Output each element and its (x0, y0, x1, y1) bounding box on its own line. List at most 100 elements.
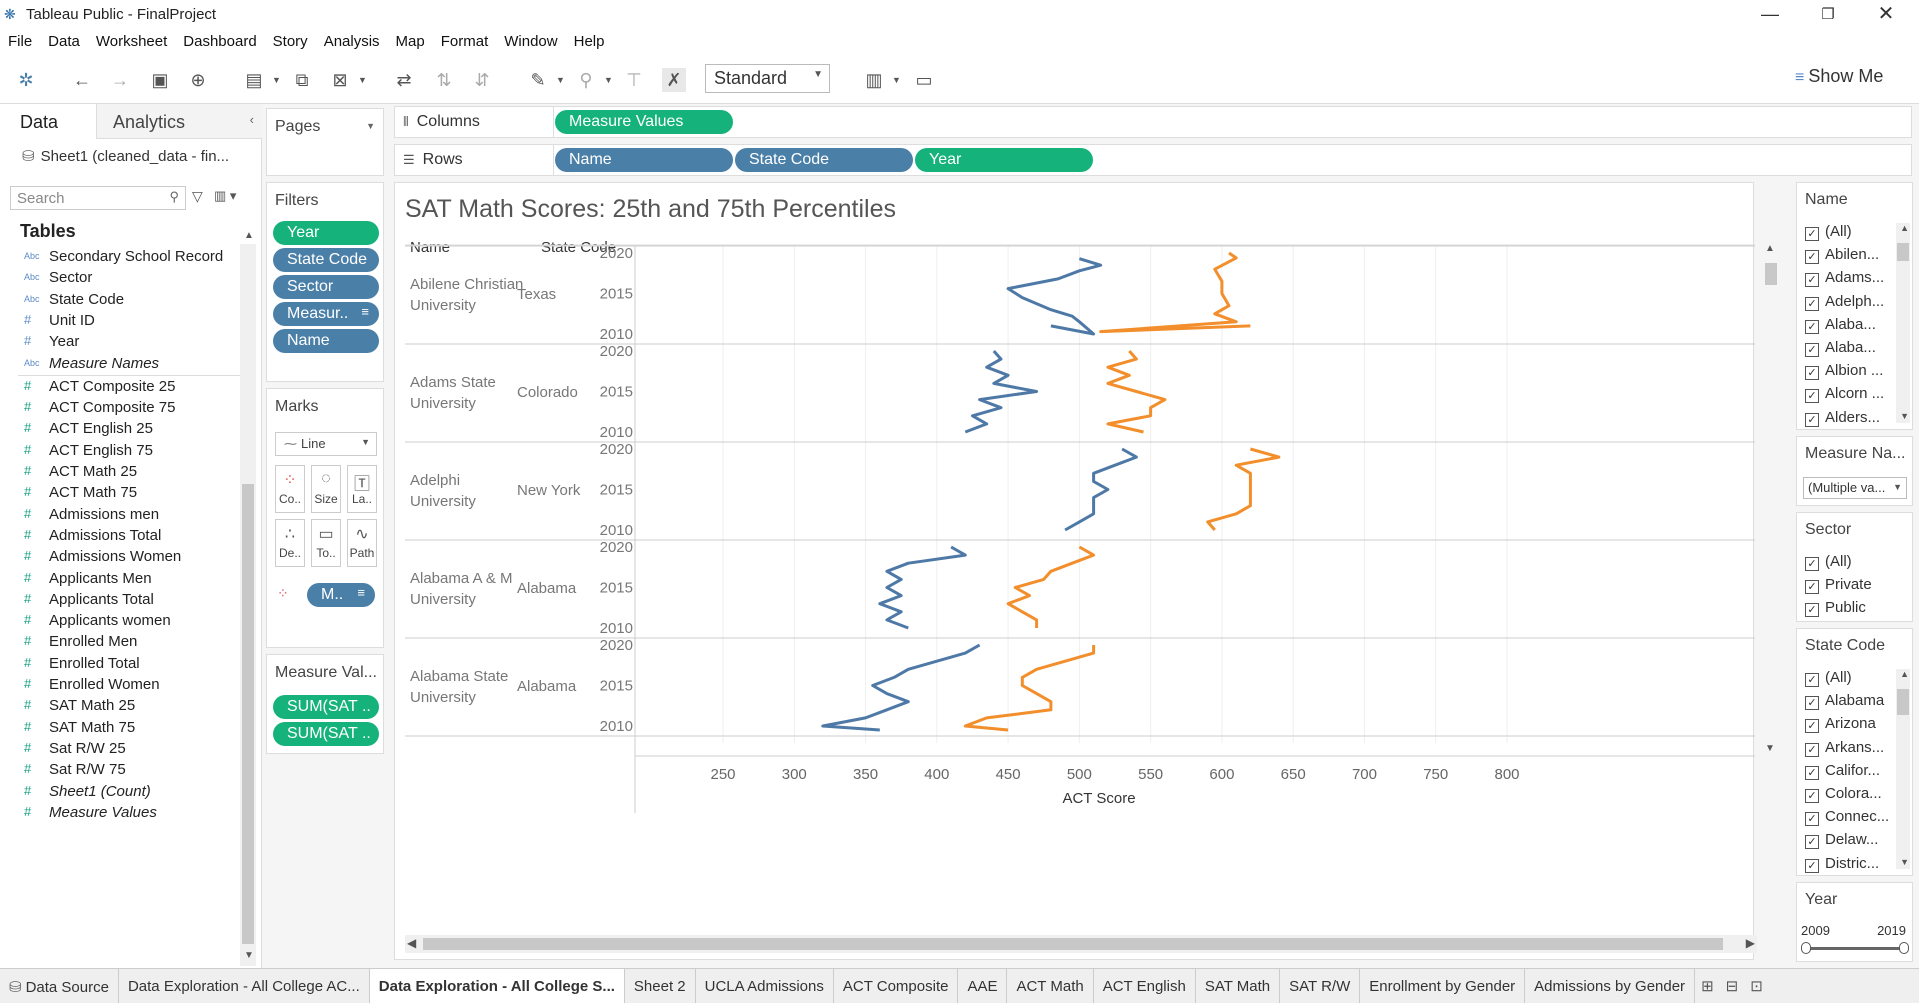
chevron-down-icon[interactable]: ▼ (366, 121, 375, 131)
menu-file[interactable]: File (0, 29, 40, 54)
measure-names-dropdown[interactable]: (Multiple va... ▼ (1803, 477, 1907, 499)
checkbox-checked-icon[interactable]: ✓ (1805, 343, 1819, 357)
view-options-icon[interactable]: ▥ ▾ (214, 188, 236, 204)
checkbox-checked-icon[interactable]: ✓ (1805, 250, 1819, 265)
tab-analytics[interactable]: Analytics ‹ (96, 104, 262, 139)
filter-pill-state-code[interactable]: State Code (273, 248, 379, 272)
filter-checkbox-item[interactable]: ✓ Delaw... (1805, 831, 1878, 850)
new-dashboard-tab-icon[interactable]: ⊟ (1720, 969, 1745, 1003)
filter-checkbox-item[interactable]: ✓ Connec... (1805, 808, 1889, 827)
scroll-left-icon[interactable]: ◀ (407, 936, 416, 950)
checkbox-checked-icon[interactable]: ✓ (1805, 389, 1819, 404)
sheet-tab-act-composite[interactable]: ACT Composite (834, 969, 959, 1003)
new-datasource-icon[interactable]: ⊕ (186, 68, 210, 92)
checkbox-checked-icon[interactable]: ✓ (1805, 812, 1819, 827)
menu-data[interactable]: Data (40, 29, 88, 54)
scroll-up-icon[interactable]: ▲ (244, 230, 254, 241)
scroll-up-icon[interactable]: ▲ (1900, 223, 1909, 233)
sheet-tab-admissions-by-gender[interactable]: Admissions by Gender (1525, 969, 1696, 1003)
mark-type-select[interactable]: ⁓ Line ▼ (275, 432, 377, 456)
series-line-sat-math-25[interactable] (1006, 257, 1103, 336)
filter-checkbox-item[interactable]: ✓ Alaba... (1805, 316, 1876, 334)
group-icon[interactable]: ⚲ (574, 68, 598, 92)
sheet-tab-act-math[interactable]: ACT Math (1007, 969, 1094, 1003)
new-worksheet-icon[interactable]: ▤ (242, 68, 266, 92)
field-search-input[interactable]: Search ⚲ (10, 186, 186, 210)
checkbox-checked-icon[interactable]: ✓ (1805, 273, 1819, 288)
scrollbar-thumb[interactable] (423, 938, 1723, 950)
collapse-pane-icon[interactable]: ‹ (250, 112, 254, 127)
save-icon[interactable]: ▣ (148, 68, 172, 92)
filter-checkbox-item[interactable]: ✓ Alders... (1805, 409, 1880, 427)
checkbox-checked-icon[interactable]: ✓ (1805, 557, 1819, 571)
series-line-sat-math-25[interactable] (878, 545, 967, 630)
filter-icon[interactable]: ▽ (192, 188, 203, 205)
clear-dropdown-icon[interactable]: ▼ (358, 68, 368, 92)
sheet-tab-aae[interactable]: AAE (958, 969, 1008, 1003)
checkbox-checked-icon[interactable]: ✓ (1805, 319, 1819, 334)
columns-shelf[interactable]: ⦀ Columns Measure Values (394, 106, 1912, 138)
minimize-button[interactable]: — (1742, 0, 1798, 29)
sort-ascending-icon[interactable]: ⇅ (432, 68, 456, 92)
filter-checkbox-item[interactable]: ✓ Arkans... (1805, 739, 1884, 757)
scrollbar-thumb[interactable] (1765, 263, 1777, 285)
marks-size-button[interactable]: ◌ Size (311, 465, 341, 513)
sheet-tab-data-exploration-all-college-s[interactable]: Data Exploration - All College S... (369, 969, 625, 1003)
rows-pill-year[interactable]: Year (915, 148, 1093, 172)
filter-pill-measure-names[interactable]: Measur.. ≡ (273, 302, 379, 326)
checkbox-checked-icon[interactable]: ✓ (1805, 719, 1819, 734)
rows-shelf[interactable]: ☰ Rows Name State Code Year (394, 144, 1912, 176)
checkbox-checked-icon[interactable]: ✓ (1805, 673, 1819, 687)
filter-checkbox-item[interactable]: ✓ Alcorn ... (1805, 385, 1884, 404)
menu-dashboard[interactable]: Dashboard (175, 29, 264, 54)
menu-worksheet[interactable]: Worksheet (88, 29, 175, 54)
name-filter-scrollbar[interactable] (1896, 223, 1910, 423)
scroll-right-icon[interactable]: ▶ (1746, 936, 1755, 950)
series-line-sat-math-25[interactable] (964, 350, 1039, 434)
show-labels-icon[interactable]: ⊤ (622, 68, 646, 92)
highlight-dropdown-icon[interactable]: ▼ (556, 68, 566, 92)
checkbox-checked-icon[interactable]: ✓ (1805, 765, 1819, 780)
measure-value-pill-sat-math-25[interactable]: SUM(SAT .. (273, 695, 379, 719)
scroll-down-icon[interactable]: ▼ (1765, 743, 1775, 754)
year-range-slider[interactable] (1805, 947, 1905, 950)
filter-checkbox-item[interactable]: ✓ Arizona (1805, 715, 1876, 734)
checkbox-checked-icon[interactable]: ✓ (1805, 742, 1819, 757)
series-line-sat-math-25[interactable] (1064, 447, 1138, 532)
swap-rows-columns-icon[interactable]: ⇄ (392, 68, 416, 92)
scrollbar-thumb[interactable] (1897, 689, 1909, 715)
filter-checkbox-item[interactable]: ✓ Adelph... (1805, 293, 1884, 311)
sheet-tab-sat-math[interactable]: SAT Math (1196, 969, 1281, 1003)
new-worksheet-dropdown-icon[interactable]: ▼ (272, 68, 282, 92)
scroll-up-icon[interactable]: ▲ (1900, 669, 1909, 679)
scroll-up-icon[interactable]: ▲ (1765, 243, 1775, 254)
new-worksheet-tab-icon[interactable]: ⊞ (1695, 969, 1720, 1003)
marks-path-button[interactable]: ∿ Path (347, 519, 377, 567)
menu-window[interactable]: Window (496, 29, 565, 54)
menu-story[interactable]: Story (265, 29, 316, 54)
checkbox-checked-icon[interactable]: ✓ (1805, 580, 1819, 595)
marks-color-button[interactable]: ⁘ Co.. (275, 465, 305, 513)
sheet-tab-enrollment-by-gender[interactable]: Enrollment by Gender (1360, 969, 1526, 1003)
filter-checkbox-item[interactable]: ✓ Abilen... (1805, 246, 1879, 265)
sheet-tab-ucla-admissions[interactable]: UCLA Admissions (696, 969, 834, 1003)
close-button[interactable]: ✕ (1858, 0, 1914, 29)
marks-label-button[interactable]: 🅃 La.. (347, 465, 377, 513)
series-line-sat-math-75[interactable] (1099, 251, 1251, 334)
year-slider-min-handle[interactable] (1801, 942, 1811, 954)
marks-color-pill[interactable]: M.. ≡ (307, 583, 375, 607)
marks-tooltip-button[interactable]: ▭ To.. (311, 519, 341, 567)
filter-checkbox-item[interactable]: ✓ Albion ... (1805, 362, 1883, 381)
field-measure-values[interactable]: # Measure Values (0, 800, 240, 826)
filter-checkbox-item[interactable]: ✓ Alabama (1805, 692, 1884, 711)
checkbox-checked-icon[interactable]: ✓ (1805, 227, 1819, 241)
series-line-sat-math-75[interactable] (1006, 545, 1096, 628)
tableau-home-icon[interactable]: ✲ (14, 68, 38, 92)
checkbox-checked-icon[interactable]: ✓ (1805, 835, 1819, 850)
year-slider-max-handle[interactable] (1899, 942, 1909, 954)
clear-sheet-icon[interactable]: ⊠ (328, 68, 352, 92)
filter-checkbox-item[interactable]: ✓ (All) (1805, 553, 1852, 571)
menu-format[interactable]: Format (433, 29, 497, 54)
marks-detail-button[interactable]: ∴ De.. (275, 519, 305, 567)
series-line-sat-math-75[interactable] (1206, 447, 1281, 531)
